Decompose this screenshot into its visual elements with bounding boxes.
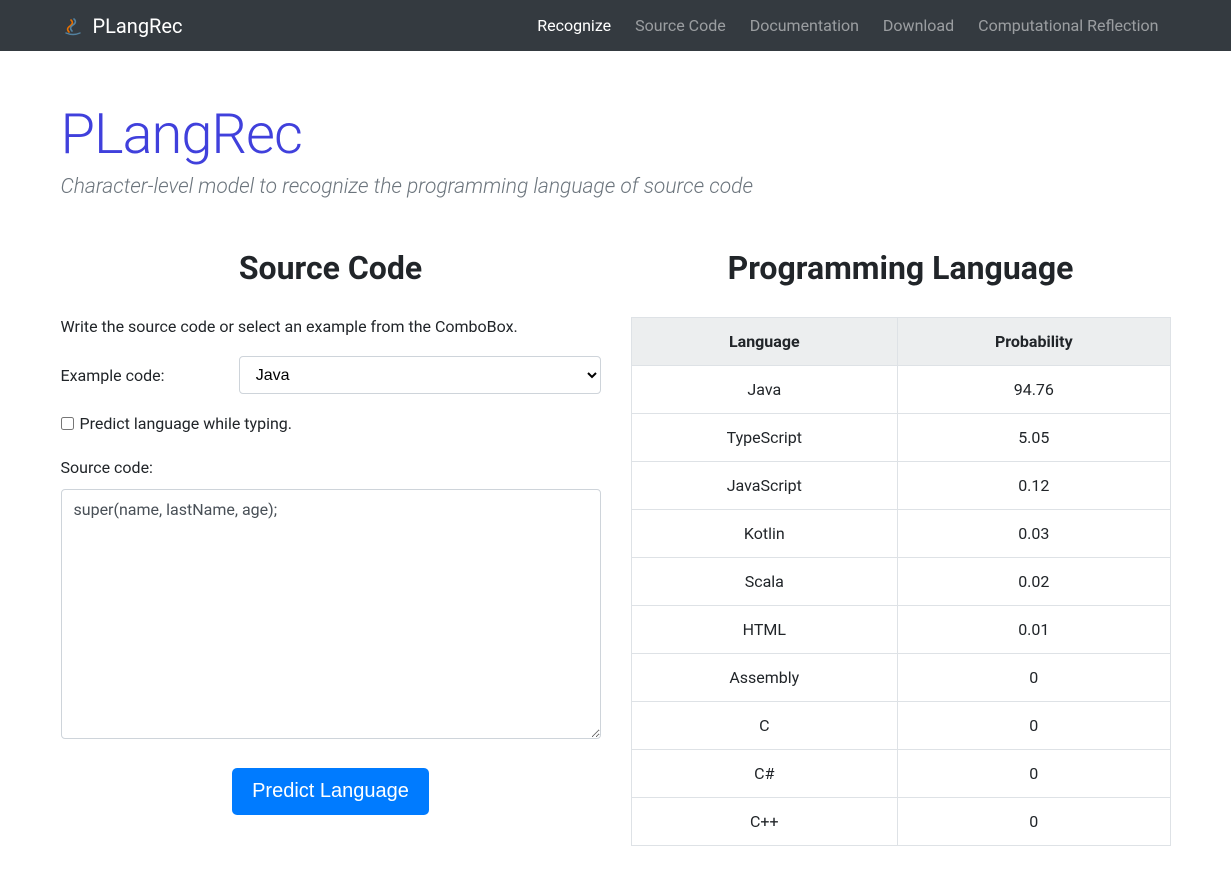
cell-language: Kotlin (631, 510, 898, 558)
cell-language: HTML (631, 606, 898, 654)
instruction-text: Write the source code or select an examp… (61, 317, 601, 336)
cell-probability: 0.03 (898, 510, 1170, 558)
nav-link-computational-reflection[interactable]: Computational Reflection (966, 8, 1170, 43)
cell-probability: 0.01 (898, 606, 1170, 654)
cell-probability: 0 (898, 798, 1170, 846)
brand[interactable]: PLangRec (61, 14, 183, 38)
logo-icon (61, 14, 85, 38)
cell-probability: 0 (898, 750, 1170, 798)
table-header-row: Language Probability (631, 318, 1170, 366)
table-row: Scala0.02 (631, 558, 1170, 606)
nav-link-download[interactable]: Download (871, 8, 966, 43)
source-code-label: Source code: (61, 458, 601, 477)
cell-probability: 0 (898, 654, 1170, 702)
source-code-heading: Source Code (61, 249, 601, 287)
col-header-language: Language (631, 318, 898, 366)
navbar: PLangRec RecognizeSource CodeDocumentati… (0, 0, 1231, 51)
brand-text: PLangRec (93, 14, 183, 38)
table-row: C0 (631, 702, 1170, 750)
cell-probability: 94.76 (898, 366, 1170, 414)
result-panel: Programming Language Language Probabilit… (631, 249, 1171, 846)
cell-language: C++ (631, 798, 898, 846)
cell-probability: 0.12 (898, 462, 1170, 510)
predict-language-button[interactable]: Predict Language (232, 768, 429, 815)
nav-link-documentation[interactable]: Documentation (738, 8, 871, 43)
example-code-select[interactable]: Java (239, 356, 601, 394)
result-heading: Programming Language (631, 249, 1171, 287)
cell-language: C (631, 702, 898, 750)
nav-link-recognize[interactable]: Recognize (525, 8, 623, 43)
table-row: JavaScript0.12 (631, 462, 1170, 510)
cell-probability: 5.05 (898, 414, 1170, 462)
cell-language: JavaScript (631, 462, 898, 510)
source-code-textarea[interactable] (61, 489, 601, 739)
table-row: Java94.76 (631, 366, 1170, 414)
cell-language: Java (631, 366, 898, 414)
cell-language: TypeScript (631, 414, 898, 462)
table-row: TypeScript5.05 (631, 414, 1170, 462)
nav-link-source-code[interactable]: Source Code (623, 8, 738, 43)
cell-probability: 0.02 (898, 558, 1170, 606)
cell-language: Assembly (631, 654, 898, 702)
predict-while-typing-checkbox[interactable] (61, 417, 74, 430)
cell-language: Scala (631, 558, 898, 606)
page-title: PLangRec (61, 101, 1171, 167)
table-row: Kotlin0.03 (631, 510, 1170, 558)
source-code-panel: Source Code Write the source code or sel… (61, 249, 601, 846)
page-subtitle: Character-level model to recognize the p… (61, 175, 1171, 199)
cell-language: C# (631, 750, 898, 798)
table-row: Assembly0 (631, 654, 1170, 702)
cell-probability: 0 (898, 702, 1170, 750)
hero: PLangRec Character-level model to recogn… (61, 101, 1171, 199)
nav-list: RecognizeSource CodeDocumentationDownloa… (525, 8, 1170, 43)
example-code-label: Example code: (61, 366, 239, 385)
table-row: C#0 (631, 750, 1170, 798)
result-table: Language Probability Java94.76TypeScript… (631, 317, 1171, 846)
predict-while-typing-label: Predict language while typing. (80, 414, 293, 433)
col-header-probability: Probability (898, 318, 1170, 366)
table-row: HTML0.01 (631, 606, 1170, 654)
table-row: C++0 (631, 798, 1170, 846)
